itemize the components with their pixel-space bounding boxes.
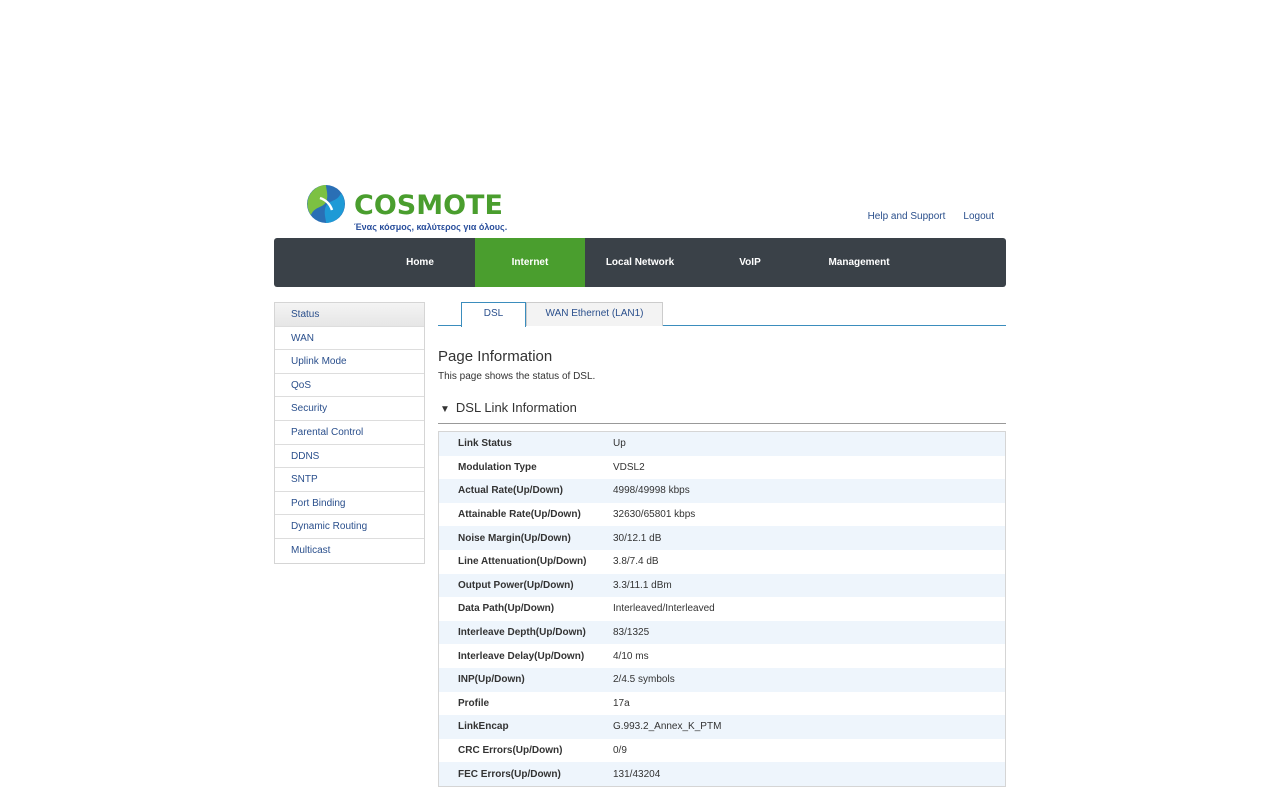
nav-local-network[interactable]: Local Network bbox=[585, 238, 695, 287]
page-description: This page shows the status of DSL. bbox=[438, 371, 596, 382]
row-value: 4998/49998 kbps bbox=[613, 485, 690, 497]
row-label: Actual Rate(Up/Down) bbox=[458, 485, 563, 497]
sidebar-item-uplink-mode[interactable]: Uplink Mode bbox=[275, 350, 424, 374]
sidebar-item-ddns[interactable]: DDNS bbox=[275, 444, 424, 469]
section-title: DSL Link Information bbox=[455, 400, 577, 415]
row-value: VDSL2 bbox=[613, 461, 645, 473]
table-row: Interleave Delay(Up/Down) 4/10 ms bbox=[439, 644, 1005, 668]
tab-bar: DSL WAN Ethernet (LAN1) bbox=[438, 302, 1006, 327]
logout-link[interactable]: Logout bbox=[963, 211, 994, 222]
help-and-support-link[interactable]: Help and Support bbox=[868, 211, 946, 222]
cosmote-logo-icon bbox=[307, 185, 345, 223]
row-label: Link Status bbox=[458, 438, 512, 450]
row-label: LinkEncap bbox=[458, 721, 509, 733]
row-value: 83/1325 bbox=[613, 627, 650, 639]
triangle-down-icon[interactable]: ▼ bbox=[440, 404, 450, 415]
row-label: Profile bbox=[458, 697, 490, 709]
tab-dsl[interactable]: DSL bbox=[461, 302, 526, 327]
sidebar-item-security[interactable]: Security bbox=[275, 397, 424, 421]
table-row: Interleave Depth(Up/Down) 83/1325 bbox=[439, 620, 1005, 645]
row-label: Line Attenuation(Up/Down) bbox=[458, 556, 587, 568]
main-nav: Home Internet Local Network VoIP Managem… bbox=[274, 238, 1006, 287]
table-row: CRC Errors(Up/Down) 0/9 bbox=[439, 739, 1005, 763]
sidebar-item-dynamic-routing[interactable]: Dynamic Routing bbox=[275, 515, 424, 539]
row-label: CRC Errors(Up/Down) bbox=[458, 745, 563, 757]
row-label: Data Path(Up/Down) bbox=[458, 603, 555, 615]
brand-tagline: Ένας κόσμος, καλύτερος για όλους. bbox=[354, 222, 508, 232]
row-value: Up bbox=[613, 438, 626, 450]
top-links: Help and Support Logout bbox=[868, 211, 994, 222]
sidebar: Status WAN Uplink Mode QoS Security Pare… bbox=[274, 302, 425, 564]
table-row: Line Attenuation(Up/Down) 3.8/7.4 dB bbox=[439, 550, 1005, 574]
table-row: Link Status Up bbox=[439, 432, 1005, 456]
table-row: LinkEncap G.993.2_Annex_K_PTM bbox=[439, 715, 1005, 739]
row-value: 30/12.1 dB bbox=[613, 532, 662, 544]
table-row: INP(Up/Down) 2/4.5 symbols bbox=[439, 667, 1005, 692]
row-value: 17a bbox=[613, 697, 630, 709]
sidebar-item-parental-control[interactable]: Parental Control bbox=[275, 420, 424, 445]
row-label: Interleave Delay(Up/Down) bbox=[458, 650, 585, 662]
row-value: 32630/65801 kbps bbox=[613, 509, 696, 521]
row-value: 131/43204 bbox=[613, 768, 661, 780]
nav-management[interactable]: Management bbox=[804, 238, 914, 287]
table-row: Data Path(Up/Down) Interleaved/Interleave… bbox=[439, 597, 1005, 621]
row-value: 3.3/11.1 dBm bbox=[613, 579, 672, 591]
row-label: Noise Margin(Up/Down) bbox=[458, 532, 571, 544]
row-value: G.993.2_Annex_K_PTM bbox=[613, 721, 722, 733]
sidebar-item-qos[interactable]: QoS bbox=[275, 373, 424, 398]
row-value: 4/10 ms bbox=[613, 650, 649, 662]
row-label: FEC Errors(Up/Down) bbox=[458, 768, 561, 780]
table-row: Attainable Rate(Up/Down) 32630/65801 kbps bbox=[439, 503, 1005, 527]
page-title: Page Information bbox=[438, 348, 553, 365]
sidebar-item-port-binding[interactable]: Port Binding bbox=[275, 491, 424, 516]
row-value: 0/9 bbox=[613, 745, 627, 757]
row-value: 2/4.5 symbols bbox=[613, 674, 675, 686]
table-row: Noise Margin(Up/Down) 30/12.1 dB bbox=[439, 526, 1005, 550]
row-value: 3.8/7.4 dB bbox=[613, 556, 659, 568]
cosmote-logo: COSMOTE Ένας κόσμος, καλύτερος για όλους… bbox=[306, 184, 507, 232]
table-row: FEC Errors(Up/Down) 131/43204 bbox=[439, 762, 1005, 786]
table-row: Profile 17a bbox=[439, 692, 1005, 716]
brand-name: COSMOTE bbox=[354, 190, 503, 221]
nav-voip[interactable]: VoIP bbox=[695, 238, 805, 287]
table-row: Modulation Type VDSL2 bbox=[439, 456, 1005, 480]
sidebar-item-sntp[interactable]: SNTP bbox=[275, 468, 424, 492]
table-row: Output Power(Up/Down) 3.3/11.1 dBm bbox=[439, 573, 1005, 598]
row-label: Output Power(Up/Down) bbox=[458, 579, 574, 591]
dsl-info-table: Link Status Up Modulation Type VDSL2 Actual … bbox=[438, 431, 1006, 787]
nav-internet[interactable]: Internet bbox=[475, 238, 585, 287]
nav-home[interactable]: Home bbox=[365, 238, 475, 287]
tab-wan-ethernet[interactable]: WAN Ethernet (LAN1) bbox=[526, 302, 663, 326]
row-label: Modulation Type bbox=[458, 461, 537, 473]
sidebar-item-multicast[interactable]: Multicast bbox=[275, 538, 424, 563]
row-label: Attainable Rate(Up/Down) bbox=[458, 509, 581, 521]
row-label: INP(Up/Down) bbox=[458, 674, 525, 686]
sidebar-item-wan[interactable]: WAN bbox=[275, 326, 424, 351]
section-header[interactable]: ▼ DSL Link Information bbox=[438, 400, 1006, 424]
sidebar-item-status[interactable]: Status bbox=[275, 303, 424, 327]
row-label: Interleave Depth(Up/Down) bbox=[458, 627, 586, 639]
table-row: Actual Rate(Up/Down) 4998/49998 kbps bbox=[439, 479, 1005, 503]
row-value: Interleaved/Interleaved bbox=[613, 603, 715, 615]
